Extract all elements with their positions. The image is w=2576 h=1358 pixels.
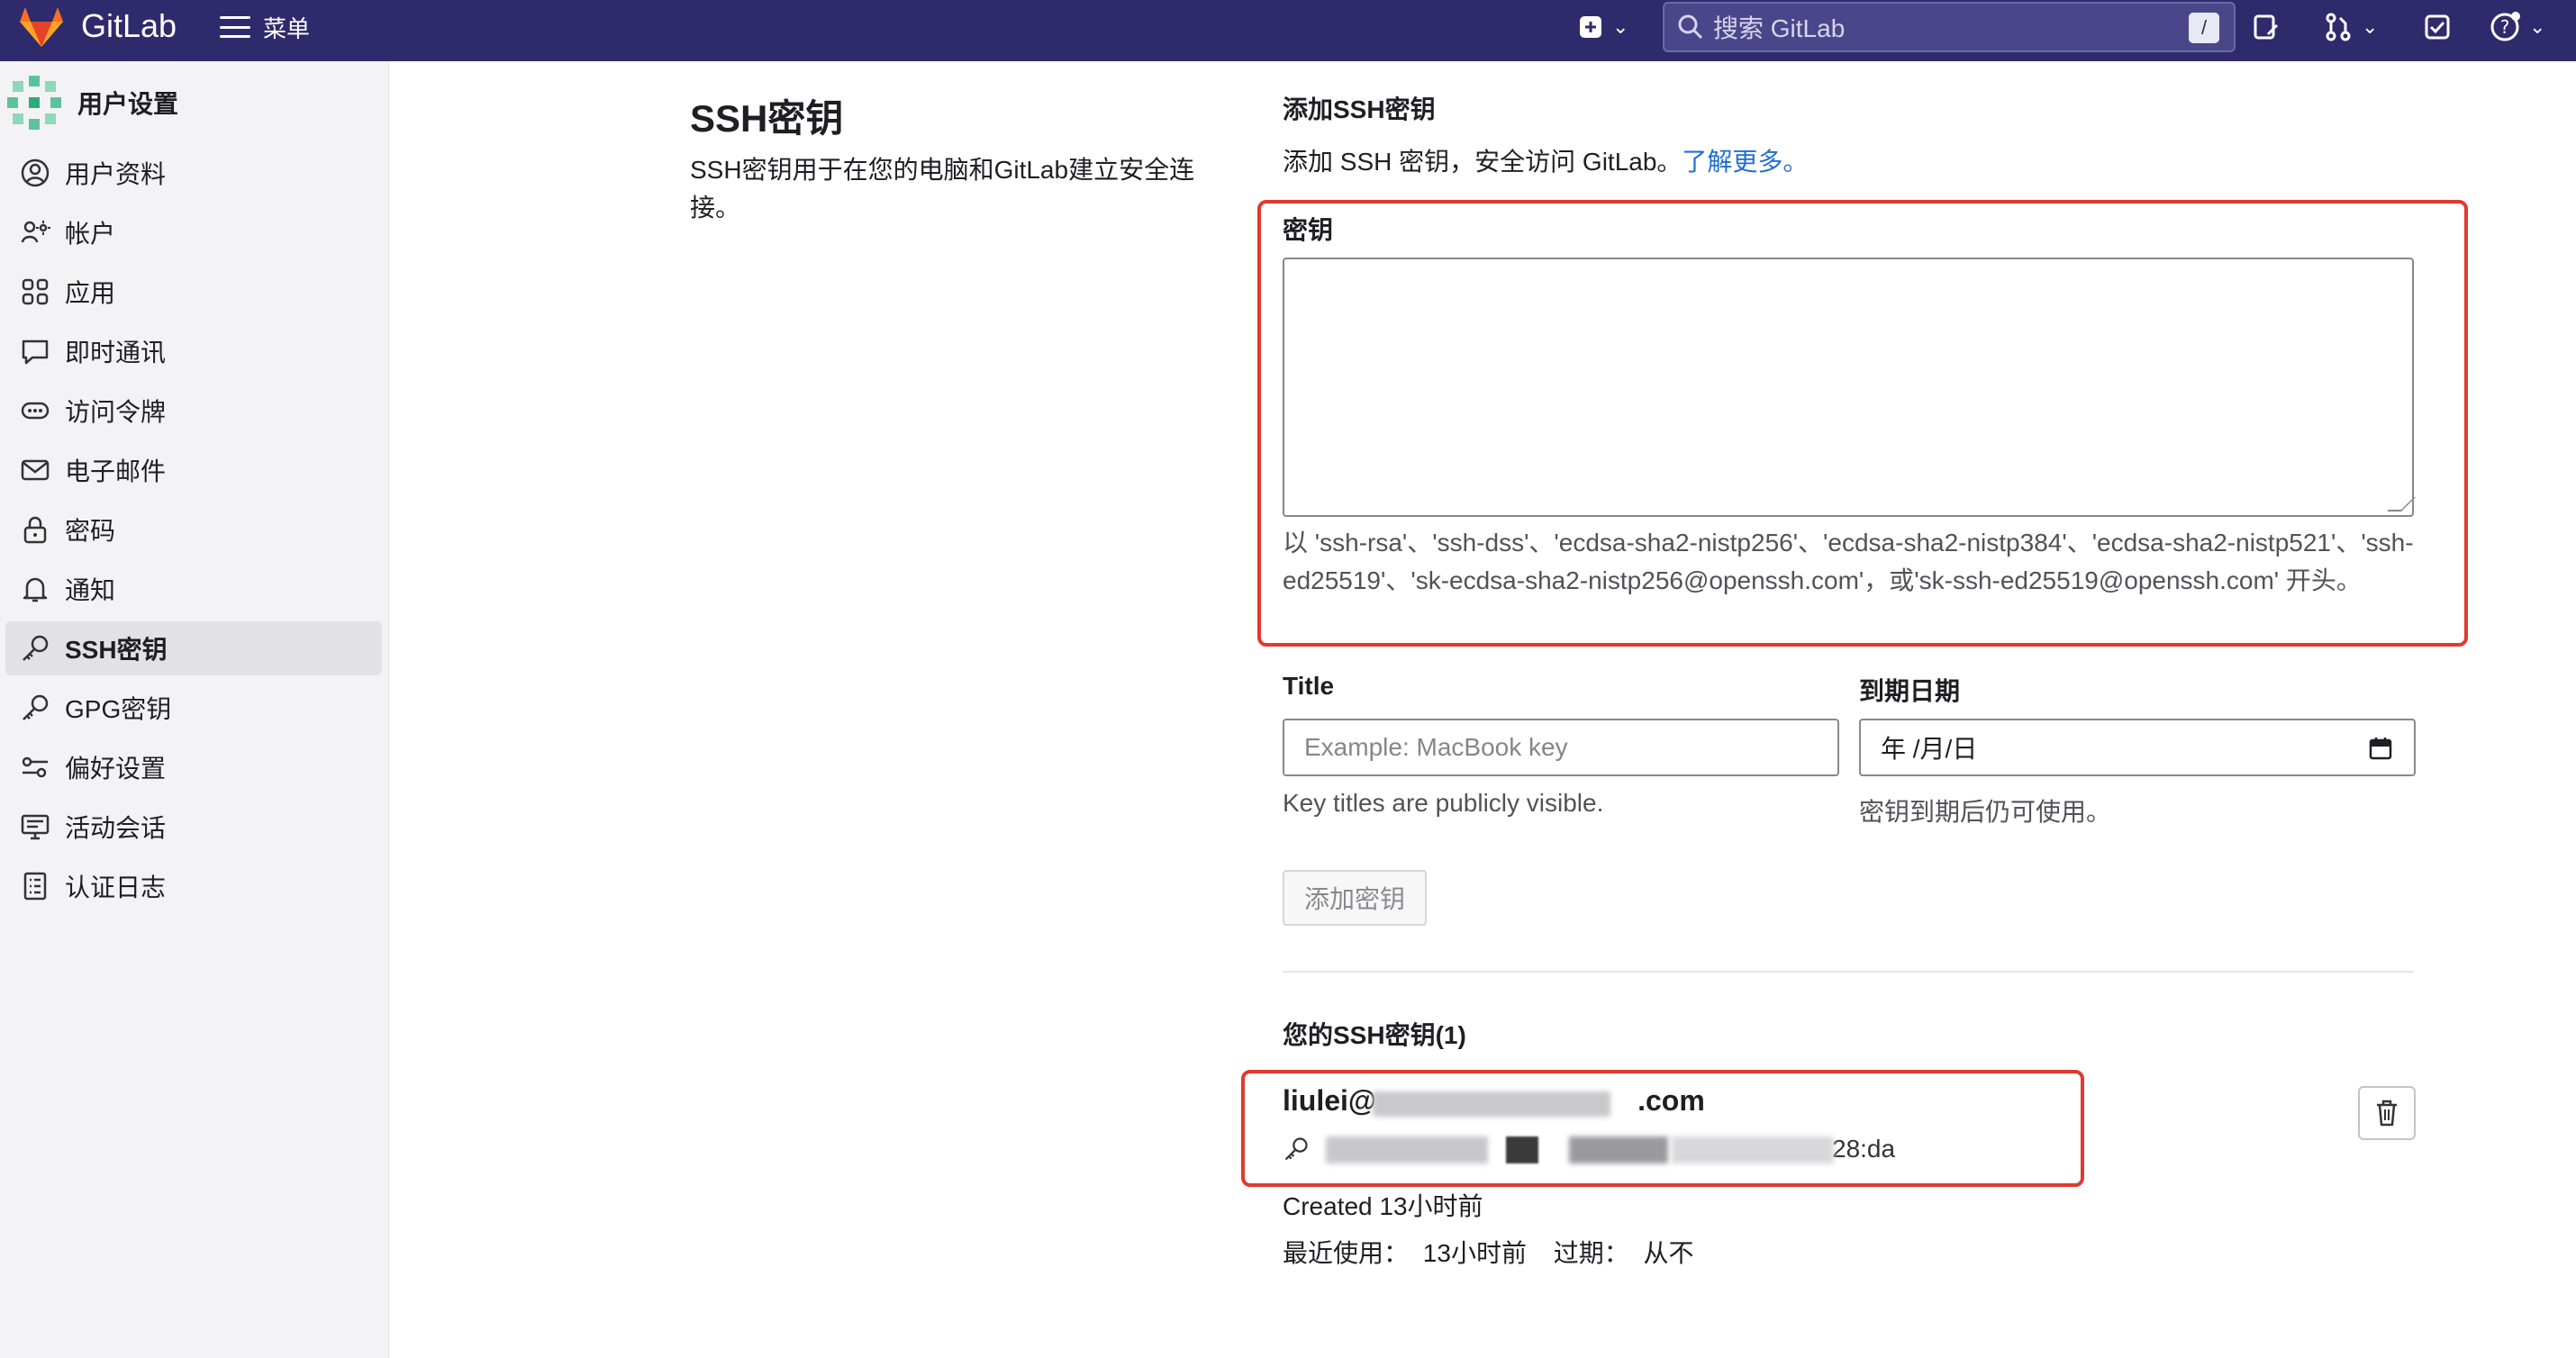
add-key-heading: 添加SSH密钥	[1283, 95, 1436, 123]
page-description: SSH密钥用于在您的电脑和GitLab建立安全连接。	[690, 156, 1195, 222]
chevron-down-icon: ⌄	[2529, 15, 2546, 38]
search-icon	[1678, 14, 1703, 40]
add-key-button[interactable]: 添加密钥	[1283, 870, 1427, 926]
search-shortcut-badge: /	[2189, 13, 2219, 43]
title-hint: Key titles are publicly visible.	[1283, 789, 1604, 817]
divider	[1283, 971, 2414, 973]
key-icon	[23, 694, 49, 720]
merge-requests-dropdown[interactable]: ⌄	[2324, 9, 2378, 45]
help-dropdown[interactable]: ? ⌄	[2490, 9, 2545, 45]
token-icon	[21, 402, 50, 420]
trash-icon	[2377, 1100, 2397, 1127]
hamburger-icon	[220, 16, 250, 38]
highlight-box-key	[1257, 200, 2468, 647]
key-icon	[23, 635, 49, 661]
sidebar-item-label: 通知	[65, 576, 116, 604]
sidebar-item-chat[interactable]: 即时通讯	[5, 324, 382, 378]
add-key-description-text: 添加 SSH 密钥，安全访问 GitLab。	[1283, 148, 1683, 176]
chat-icon	[22, 340, 49, 365]
menu-label: 菜单	[263, 14, 311, 42]
account-icon	[21, 221, 50, 243]
help-icon: ?	[2490, 12, 2520, 41]
sidebar-item-label: 活动会话	[65, 814, 167, 842]
expiry-date-input[interactable]: 年 /月/日	[1859, 719, 2416, 776]
todo-icon	[2425, 14, 2450, 40]
preferences-icon	[22, 756, 48, 778]
title-input[interactable]: Example: MacBook key	[1283, 719, 1839, 776]
delete-key-button[interactable]	[2358, 1086, 2416, 1140]
svg-text:?: ?	[2500, 16, 2510, 38]
sidebar-item-ssh-keys[interactable]: SSH密钥	[5, 621, 382, 675]
sidebar-item-label: 用户资料	[65, 160, 167, 188]
monitor-icon	[21, 814, 50, 840]
gitlab-logo-icon[interactable]	[18, 5, 65, 49]
title-label: Title	[1283, 672, 1335, 700]
todo-button[interactable]	[2423, 9, 2452, 45]
expiry-hint: 密钥到期后仍可使用。	[1859, 798, 2112, 826]
top-bar: GitLab 菜单 ⌄ 搜索 GitLab / ⌄ ? ⌄	[0, 0, 2576, 61]
sidebar-item-authentication-log[interactable]: 认证日志	[5, 859, 382, 913]
issues-button[interactable]	[2252, 9, 2281, 45]
key-usage-meta: 最近使用： 13小时前 过期： 从不	[1283, 1234, 1694, 1270]
sidebar-item-account[interactable]: 帐户	[5, 205, 382, 259]
chevron-down-icon: ⌄	[1612, 15, 1629, 38]
sidebar-item-label: GPG密钥	[65, 695, 172, 723]
search-placeholder: 搜索 GitLab	[1713, 14, 1846, 42]
expires-value: 从不	[1643, 1239, 1694, 1267]
sidebar-item-label: SSH密钥	[65, 636, 168, 664]
expires-label: 过期：	[1553, 1239, 1629, 1267]
page-title: SSH密钥	[690, 97, 844, 140]
sidebar-item-gpg-keys[interactable]: GPG密钥	[5, 681, 382, 735]
sidebar-item-applications[interactable]: 应用	[5, 265, 382, 319]
sidebar-item-label: 帐户	[65, 220, 116, 248]
menu-button[interactable]: 菜单	[220, 9, 310, 45]
applications-icon	[22, 278, 49, 305]
sidebar-item-label: 即时通讯	[65, 339, 167, 367]
sidebar-title: 用户设置	[77, 90, 179, 118]
merge-request-icon	[2326, 13, 2351, 41]
chevron-down-icon: ⌄	[2362, 15, 2379, 38]
lock-icon	[23, 516, 47, 544]
search-input[interactable]: 搜索 GitLab /	[1663, 2, 2236, 52]
add-key-description: 添加 SSH 密钥，安全访问 GitLab。了解更多。	[1283, 142, 1808, 178]
last-used-value: 13小时前	[1422, 1239, 1527, 1267]
issues-icon	[2254, 14, 2279, 40]
sidebar-item-label: 访问令牌	[65, 398, 167, 426]
sidebar-item-label: 应用	[65, 279, 116, 307]
key-created: Created 13小时前	[1283, 1192, 1483, 1220]
sidebar-header[interactable]: 用户设置	[7, 76, 178, 130]
highlight-box-key-item	[1241, 1070, 2084, 1187]
calendar-icon[interactable]	[2369, 737, 2392, 760]
sidebar-item-preferences[interactable]: 偏好设置	[5, 740, 382, 794]
sidebar-item-label: 偏好设置	[65, 755, 167, 783]
sidebar-item-label: 认证日志	[65, 874, 167, 901]
expiry-label: 到期日期	[1859, 677, 1961, 705]
learn-more-link[interactable]: 了解更多。	[1682, 148, 1808, 176]
sidebar-item-notifications[interactable]: 通知	[5, 562, 382, 616]
expiry-placeholder: 年 /月/日	[1881, 735, 1978, 763]
sidebar-item-label: 电子邮件	[65, 457, 167, 485]
sidebar: 用户设置 用户资料 帐户 应用 即时通讯 访问令牌 电子邮件 密码 通知 SSH…	[0, 61, 389, 1358]
last-used-label: 最近使用：	[1283, 1239, 1410, 1267]
your-keys-heading: 您的SSH密钥(1)	[1283, 1021, 1466, 1049]
sidebar-item-password[interactable]: 密码	[5, 502, 382, 557]
log-icon	[23, 872, 47, 901]
plus-square-icon	[1580, 16, 1601, 38]
sidebar-item-profile[interactable]: 用户资料	[5, 146, 382, 200]
new-item-dropdown[interactable]: ⌄	[1578, 9, 1628, 45]
sidebar-item-active-sessions[interactable]: 活动会话	[5, 800, 382, 854]
sidebar-item-label: 密码	[65, 517, 116, 545]
brand-name[interactable]: GitLab	[81, 7, 177, 45]
avatar	[7, 76, 61, 130]
mail-icon	[21, 459, 50, 481]
bell-icon	[23, 577, 48, 602]
sidebar-item-access-tokens[interactable]: 访问令牌	[5, 384, 382, 438]
sidebar-item-emails[interactable]: 电子邮件	[5, 443, 382, 497]
profile-icon	[21, 158, 50, 187]
